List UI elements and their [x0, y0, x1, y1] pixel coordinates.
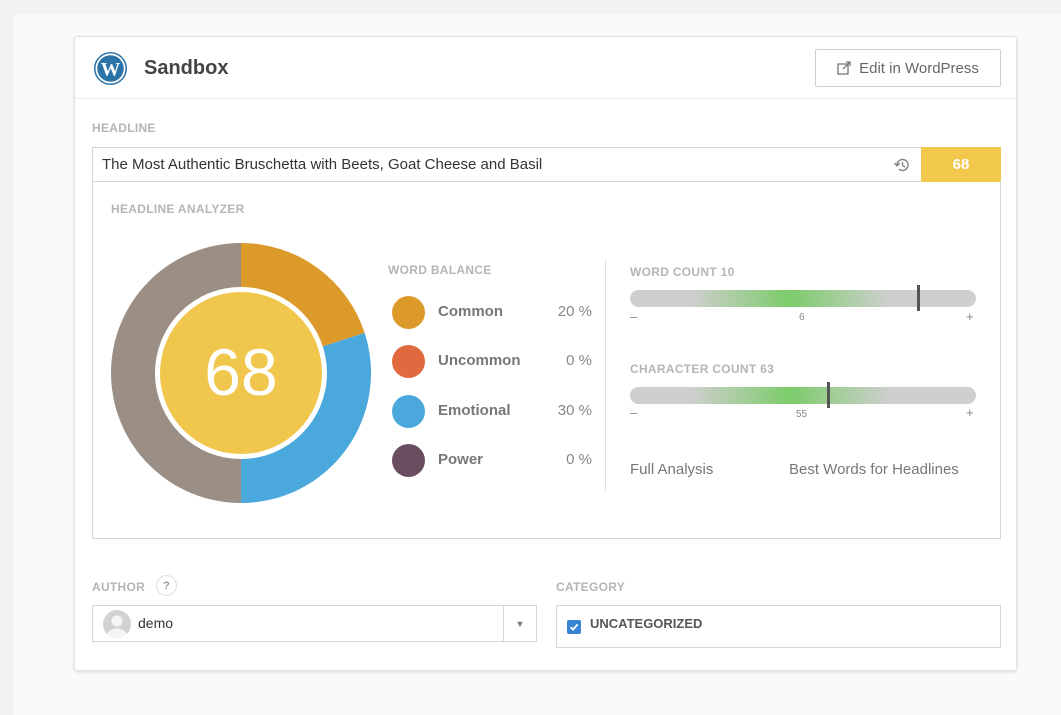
analyzer-label: HEADLINE ANALYZER	[111, 202, 245, 216]
avatar	[103, 610, 131, 638]
word-balance-uncommon: Uncommon 0 %	[392, 345, 592, 378]
card-header: W Sandbox Edit in WordPress	[75, 37, 1016, 99]
word-balance-title: WORD BALANCE	[388, 263, 492, 277]
word-count-marker	[917, 285, 921, 311]
uncommon-value: 0 %	[566, 352, 592, 369]
author-label: AUTHOR	[92, 580, 146, 594]
character-count-bar	[630, 387, 976, 404]
svg-text:W: W	[101, 59, 121, 80]
category-checkbox[interactable]	[567, 620, 581, 634]
checkmark-icon	[569, 623, 579, 631]
wordpress-logo-icon: W	[93, 51, 128, 86]
emotional-color-dot	[392, 395, 425, 428]
word-count-title: WORD COUNT 10	[630, 265, 735, 279]
common-value: 20 %	[557, 303, 592, 320]
history-icon[interactable]	[893, 156, 911, 174]
common-color-dot	[392, 296, 425, 329]
power-value: 0 %	[566, 451, 592, 468]
author-help-icon[interactable]: ?	[156, 575, 177, 596]
word-count-ideal: 6	[799, 312, 805, 323]
character-count-minus: –	[630, 405, 638, 420]
character-count-plus: +	[966, 405, 974, 420]
category-label: CATEGORY	[556, 580, 626, 594]
character-count-ideal: 55	[796, 409, 808, 420]
donut-score-text: 68	[204, 335, 277, 409]
word-count-bar	[630, 290, 976, 307]
edit-button-label: Edit in WordPress	[859, 59, 979, 77]
headline-label: HEADLINE	[92, 121, 156, 135]
user-avatar-icon	[107, 615, 127, 638]
word-count-ideal-zone	[690, 290, 890, 307]
emotional-label: Emotional	[438, 402, 511, 419]
character-count-marker	[827, 382, 831, 408]
headline-text: The Most Authentic Bruschetta with Beets…	[102, 156, 543, 173]
author-name: demo	[138, 615, 174, 631]
score-donut-chart: 68	[111, 243, 371, 503]
power-label: Power	[438, 451, 484, 468]
author-select[interactable]: demo ▼	[92, 605, 537, 642]
uncommon-color-dot	[392, 345, 425, 378]
chevron-down-icon[interactable]: ▼	[503, 606, 536, 641]
full-analysis-link[interactable]: Full Analysis	[630, 461, 713, 478]
word-balance-emotional: Emotional 30 %	[392, 395, 592, 428]
site-title: Sandbox	[144, 57, 229, 79]
word-balance-power: Power 0 %	[392, 444, 592, 477]
uncommon-label: Uncommon	[438, 352, 521, 369]
emotional-value: 30 %	[557, 402, 592, 419]
category-item-label: UNCATEGORIZED	[590, 616, 703, 631]
common-label: Common	[438, 303, 503, 320]
headline-input[interactable]: The Most Authentic Bruschetta with Beets…	[92, 147, 921, 182]
post-card: W Sandbox Edit in WordPress HEADLINE The…	[74, 36, 1017, 671]
word-count-plus: +	[966, 309, 974, 324]
power-color-dot	[392, 444, 425, 477]
edit-in-wordpress-button[interactable]: Edit in WordPress	[815, 49, 1001, 87]
word-count-minus: –	[630, 309, 638, 324]
vertical-divider	[605, 259, 606, 491]
word-balance-common: Common 20 %	[392, 296, 592, 329]
character-count-title: CHARACTER COUNT 63	[630, 362, 775, 376]
headline-analyzer-panel: HEADLINE ANALYZER 68 WORD BALANCE Common…	[92, 181, 1001, 539]
external-link-icon	[837, 61, 851, 75]
character-count-ideal-zone	[690, 387, 890, 404]
category-box: UNCATEGORIZED	[556, 605, 1001, 648]
best-words-link[interactable]: Best Words for Headlines	[789, 461, 959, 478]
headline-score-badge: 68	[921, 147, 1001, 182]
